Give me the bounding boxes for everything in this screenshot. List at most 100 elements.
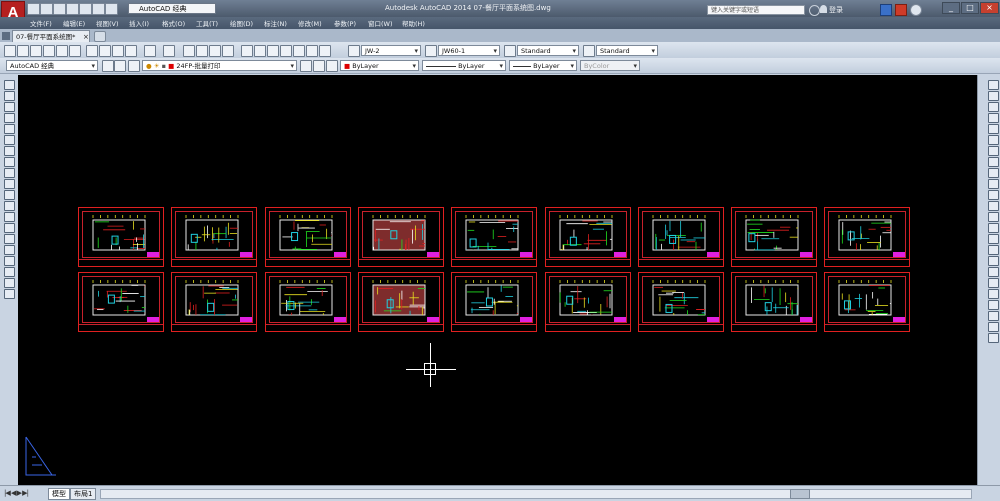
multileader-style-icon[interactable]	[583, 45, 595, 57]
break-icon[interactable]	[988, 212, 999, 222]
offset-icon[interactable]	[988, 113, 999, 123]
text-style-icon[interactable]	[348, 45, 360, 57]
search-icon[interactable]	[809, 5, 820, 16]
menu-format[interactable]: 格式(O)	[162, 18, 185, 28]
linetype-dropdown[interactable]: ByLayer	[422, 60, 506, 71]
menu-edit[interactable]: 编辑(E)	[63, 18, 85, 28]
redo-icon[interactable]	[163, 45, 175, 57]
menu-modify[interactable]: 修改(M)	[298, 18, 322, 28]
open-icon[interactable]	[17, 45, 29, 57]
ungroup-icon[interactable]	[988, 289, 999, 299]
array-icon[interactable]	[988, 124, 999, 134]
autodesk-360-icon[interactable]	[895, 4, 907, 16]
undo-icon[interactable]	[144, 45, 156, 57]
make-block-icon[interactable]	[4, 212, 15, 222]
copy-icon[interactable]	[988, 91, 999, 101]
spline-icon[interactable]	[4, 168, 15, 178]
menu-view[interactable]: 视图(V)	[96, 18, 119, 28]
revision-cloud-icon[interactable]	[4, 157, 15, 167]
save-icon[interactable]	[53, 3, 66, 15]
break-at-point-icon[interactable]	[988, 201, 999, 211]
add-selected-icon[interactable]	[4, 289, 15, 299]
multileader-style-dropdown[interactable]: Standard	[596, 45, 658, 56]
zoom-previous-icon[interactable]	[222, 45, 234, 57]
tool-palettes-icon[interactable]	[267, 45, 279, 57]
workspace-settings-icon[interactable]	[102, 60, 114, 72]
layer-states-icon[interactable]	[326, 60, 338, 72]
hatch-icon[interactable]	[4, 234, 15, 244]
menu-dimension[interactable]: 标注(N)	[264, 18, 287, 28]
zoom-realtime-icon[interactable]	[196, 45, 208, 57]
search-input[interactable]: 键入关键字或短语	[707, 5, 805, 15]
mirror-icon[interactable]	[988, 102, 999, 112]
pan-icon[interactable]	[183, 45, 195, 57]
login-link[interactable]: 登录	[829, 5, 843, 15]
document-tab[interactable]: 07-餐厅平面系统图*	[12, 30, 90, 42]
area-icon[interactable]	[988, 333, 999, 343]
polygon-icon[interactable]	[4, 113, 15, 123]
horizontal-scrollbar[interactable]	[100, 489, 972, 499]
table-style-dropdown[interactable]: Standard	[517, 45, 579, 56]
explode-icon[interactable]	[988, 267, 999, 277]
sheet-set-icon[interactable]	[280, 45, 292, 57]
layer-previous-icon[interactable]	[313, 60, 325, 72]
arc-icon[interactable]	[4, 135, 15, 145]
copy-icon[interactable]	[99, 45, 111, 57]
move-icon[interactable]	[988, 135, 999, 145]
rotate-icon[interactable]	[988, 146, 999, 156]
tab-layout1[interactable]: 布局1	[70, 488, 97, 500]
stretch-icon[interactable]	[988, 168, 999, 178]
open-file-icon[interactable]	[40, 3, 53, 15]
workspace-dropdown[interactable]: AutoCAD 经典	[128, 3, 216, 14]
color-dropdown[interactable]: ■ ByLayer	[340, 60, 419, 71]
ellipse-icon[interactable]	[4, 179, 15, 189]
new-file-icon[interactable]	[27, 3, 40, 15]
layer-properties-icon[interactable]	[128, 60, 140, 72]
workspace-dropdown-2[interactable]: AutoCAD 经典	[6, 60, 98, 71]
redo-icon[interactable]	[105, 3, 118, 15]
region-icon[interactable]	[4, 256, 15, 266]
lineweight-dropdown[interactable]: ByLayer	[509, 60, 577, 71]
join-icon[interactable]	[988, 223, 999, 233]
trim-icon[interactable]	[988, 179, 999, 189]
undo-icon[interactable]	[92, 3, 105, 15]
plot-icon[interactable]	[43, 45, 55, 57]
save-as-icon[interactable]	[66, 3, 79, 15]
ellipse-arc-icon[interactable]	[4, 190, 15, 200]
draw-order-icon[interactable]	[988, 300, 999, 310]
paste-icon[interactable]	[112, 45, 124, 57]
extend-icon[interactable]	[988, 190, 999, 200]
properties-icon[interactable]	[241, 45, 253, 57]
properties-icon[interactable]	[988, 311, 999, 321]
publish-icon[interactable]	[69, 45, 81, 57]
table-style-icon[interactable]	[504, 45, 516, 57]
close-tab-icon[interactable]: ×	[83, 33, 89, 41]
menu-help[interactable]: 帮助(H)	[402, 18, 425, 28]
zoom-window-icon[interactable]	[209, 45, 221, 57]
plotstyle-dropdown[interactable]: ByColor	[580, 60, 640, 71]
rectangle-icon[interactable]	[4, 124, 15, 134]
scrollbar-thumb[interactable]	[790, 489, 810, 499]
tab-model[interactable]: 模型	[48, 488, 70, 500]
text-style-dropdown[interactable]: JW-2	[361, 45, 421, 56]
menu-window[interactable]: 窗口(W)	[368, 18, 393, 28]
drawing-canvas[interactable]	[18, 75, 977, 485]
fillet-icon[interactable]	[988, 245, 999, 255]
gear-icon[interactable]	[114, 60, 126, 72]
new-icon[interactable]	[4, 45, 16, 57]
menu-insert[interactable]: 插入(I)	[129, 18, 149, 28]
exchange-icon[interactable]	[880, 4, 892, 16]
design-center-icon[interactable]	[254, 45, 266, 57]
erase-icon[interactable]	[988, 80, 999, 90]
quickcalc-icon[interactable]	[306, 45, 318, 57]
gradient-icon[interactable]	[4, 245, 15, 255]
minimize-button[interactable]: _	[942, 2, 960, 14]
polyline-icon[interactable]	[4, 102, 15, 112]
dim-style-dropdown[interactable]: JW60-1	[438, 45, 500, 56]
menu-draw[interactable]: 绘图(D)	[230, 18, 253, 28]
blend-icon[interactable]	[988, 256, 999, 266]
dim-style-icon[interactable]	[425, 45, 437, 57]
point-icon[interactable]	[4, 223, 15, 233]
help-icon[interactable]	[319, 45, 331, 57]
layer-dropdown[interactable]: ● ☀ ▪ ■ 24FP-批量打印	[142, 60, 297, 71]
